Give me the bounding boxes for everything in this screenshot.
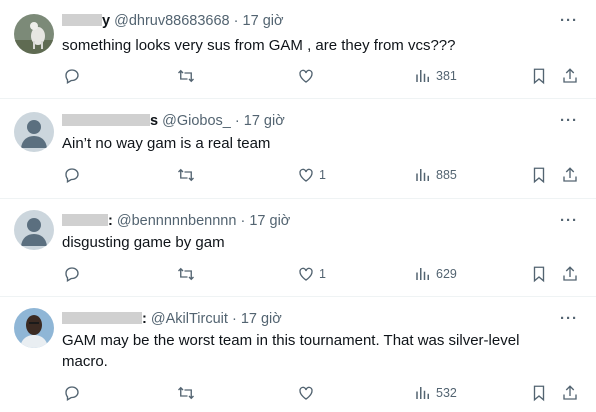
views-icon bbox=[416, 387, 429, 399]
share-button[interactable] bbox=[561, 165, 579, 185]
display-name-redacted bbox=[62, 14, 102, 26]
reply-button[interactable] bbox=[63, 264, 81, 284]
bookmark-icon bbox=[533, 68, 545, 85]
display-name-tail: : bbox=[142, 311, 147, 327]
like-button[interactable]: 1 bbox=[297, 165, 326, 185]
user-handle[interactable]: @bennnnnbennnn bbox=[117, 213, 237, 229]
avatar[interactable] bbox=[14, 112, 54, 152]
bookmark-button[interactable] bbox=[530, 383, 548, 403]
timestamp[interactable]: 17 giờ bbox=[241, 311, 282, 327]
views-icon bbox=[416, 169, 429, 181]
separator: · bbox=[233, 13, 239, 29]
heart-icon bbox=[299, 386, 313, 400]
tweet-header: y @dhruv88683668 · 17 giờ bbox=[62, 12, 283, 30]
tweet-text: Ain’t no way gam is a real team bbox=[62, 135, 271, 152]
avatar[interactable] bbox=[14, 210, 54, 250]
bookmark-icon bbox=[533, 167, 545, 184]
more-icon[interactable]: ··· bbox=[560, 310, 578, 327]
display-name-redacted bbox=[62, 312, 142, 324]
heart-icon bbox=[299, 69, 313, 83]
retweet-button[interactable] bbox=[177, 383, 195, 403]
like-button[interactable]: 1 bbox=[297, 264, 326, 284]
share-icon bbox=[563, 68, 577, 83]
tweet-actions: 381 bbox=[0, 66, 596, 86]
view-count: 629 bbox=[436, 267, 457, 281]
share-button[interactable] bbox=[561, 264, 579, 284]
retweet-icon bbox=[178, 168, 194, 182]
tweet[interactable]: : @bennnnnbennnn · 17 giờ ··· disgusting… bbox=[0, 198, 596, 297]
bookmark-button[interactable] bbox=[530, 66, 548, 86]
retweet-button[interactable] bbox=[177, 165, 195, 185]
reply-icon bbox=[65, 168, 79, 183]
tweet[interactable]: y @dhruv88683668 · 17 giờ ··· something … bbox=[0, 0, 596, 99]
share-icon bbox=[563, 167, 577, 182]
view-count: 532 bbox=[436, 386, 457, 400]
avatar[interactable] bbox=[14, 308, 54, 348]
bookmark-button[interactable] bbox=[530, 165, 548, 185]
timestamp[interactable]: 17 giờ bbox=[249, 213, 290, 229]
retweet-button[interactable] bbox=[177, 66, 195, 86]
separator: · bbox=[240, 213, 246, 229]
share-icon bbox=[563, 385, 577, 400]
more-icon[interactable]: ··· bbox=[560, 212, 578, 229]
retweet-icon bbox=[178, 386, 194, 400]
like-count: 1 bbox=[319, 168, 326, 182]
retweet-button[interactable] bbox=[177, 264, 195, 284]
reply-icon bbox=[65, 69, 79, 84]
separator: · bbox=[234, 113, 240, 129]
more-icon[interactable]: ··· bbox=[560, 12, 578, 29]
timestamp[interactable]: 17 giờ bbox=[243, 13, 284, 29]
retweet-icon bbox=[178, 267, 194, 281]
tweet[interactable]: s @Giobos_ · 17 giờ ··· Ain’t no way gam… bbox=[0, 98, 596, 199]
views-button[interactable]: 532 bbox=[414, 383, 457, 403]
view-count: 885 bbox=[436, 168, 457, 182]
tweet-text: disgusting game by gam bbox=[62, 234, 225, 251]
timestamp[interactable]: 17 giờ bbox=[244, 113, 285, 129]
reply-button[interactable] bbox=[63, 383, 81, 403]
separator: · bbox=[231, 311, 237, 327]
bookmark-icon bbox=[533, 266, 545, 283]
views-icon bbox=[416, 70, 429, 82]
views-icon bbox=[416, 268, 429, 280]
tweet-actions: 1 629 bbox=[0, 264, 596, 284]
reply-icon bbox=[65, 267, 79, 282]
display-name-redacted bbox=[62, 214, 108, 226]
tweet-actions: 1 885 bbox=[0, 165, 596, 185]
tweet[interactable]: : @AkilTircuit · 17 giờ ··· GAM may be t… bbox=[0, 296, 596, 412]
tweet-actions: 532 bbox=[0, 383, 596, 403]
avatar[interactable] bbox=[14, 14, 54, 54]
view-count: 381 bbox=[436, 69, 457, 83]
retweet-icon bbox=[178, 69, 194, 83]
reply-button[interactable] bbox=[63, 165, 81, 185]
like-button[interactable] bbox=[297, 383, 319, 403]
more-icon[interactable]: ··· bbox=[560, 112, 578, 129]
bookmark-icon bbox=[533, 385, 545, 402]
display-name-tail: s bbox=[150, 113, 159, 129]
bookmark-button[interactable] bbox=[530, 264, 548, 284]
share-icon bbox=[563, 266, 577, 281]
display-name-tail: y bbox=[102, 13, 111, 29]
heart-icon bbox=[299, 168, 313, 182]
like-button[interactable] bbox=[297, 66, 319, 86]
share-button[interactable] bbox=[561, 66, 579, 86]
user-handle[interactable]: @dhruv88683668 bbox=[114, 13, 230, 29]
tweet-text: GAM may be the worst team in this tourna… bbox=[62, 332, 520, 370]
share-button[interactable] bbox=[561, 383, 579, 403]
heart-icon bbox=[299, 267, 313, 281]
display-name-tail: : bbox=[108, 213, 113, 229]
views-button[interactable]: 381 bbox=[414, 66, 457, 86]
like-count: 1 bbox=[319, 267, 326, 281]
user-handle[interactable]: @Giobos_ bbox=[162, 113, 231, 129]
display-name-redacted bbox=[62, 114, 150, 126]
tweet-header: s @Giobos_ · 17 giờ bbox=[62, 112, 285, 130]
reply-button[interactable] bbox=[63, 66, 81, 86]
tweet-text: something looks very sus from GAM , are … bbox=[62, 37, 456, 54]
user-handle[interactable]: @AkilTircuit bbox=[151, 311, 228, 327]
tweet-header: : @bennnnnbennnn · 17 giờ bbox=[62, 212, 290, 230]
views-button[interactable]: 629 bbox=[414, 264, 457, 284]
reply-icon bbox=[65, 386, 79, 401]
tweet-header: : @AkilTircuit · 17 giờ bbox=[62, 310, 282, 328]
views-button[interactable]: 885 bbox=[414, 165, 457, 185]
